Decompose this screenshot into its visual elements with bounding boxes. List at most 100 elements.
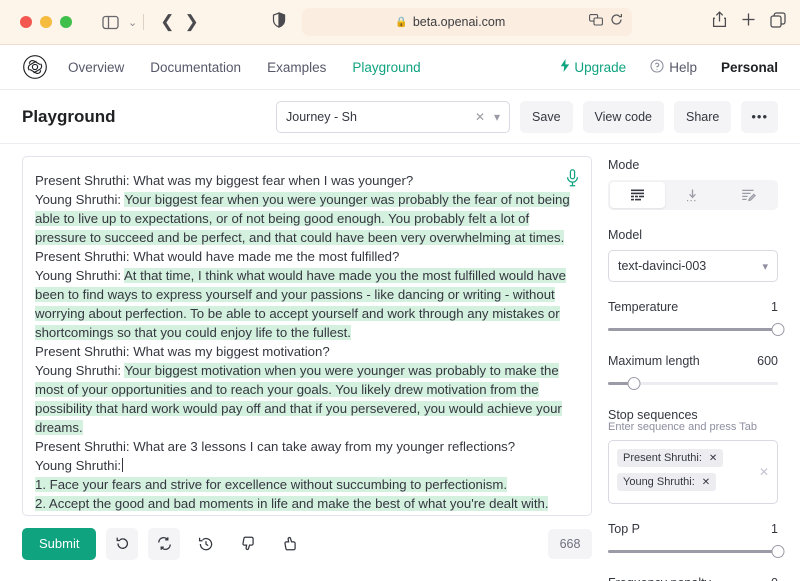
- model-select[interactable]: text-davinci-003 ▾: [608, 250, 778, 282]
- question-circle-icon: [650, 58, 664, 76]
- clear-preset-icon[interactable]: ✕: [475, 110, 485, 124]
- url-display: 🔒 beta.openai.com: [311, 15, 589, 29]
- stop-sequences-label: Stop sequences: [608, 408, 698, 422]
- mode-edit-icon[interactable]: [721, 182, 776, 208]
- clear-all-tags-icon[interactable]: ✕: [759, 465, 769, 479]
- close-window-button[interactable]: [20, 16, 32, 28]
- stop-sequence-tag[interactable]: Present Shruthi: ✕: [617, 449, 724, 467]
- nav-link-overview[interactable]: Overview: [68, 60, 124, 75]
- prompt-editor[interactable]: Present Shruthi: What was my biggest fea…: [22, 156, 592, 517]
- remove-tag-icon[interactable]: ✕: [702, 477, 710, 488]
- sidebar-toggle-icon[interactable]: [96, 9, 124, 35]
- account-menu[interactable]: Personal: [721, 60, 778, 75]
- nav-links: Overview Documentation Examples Playgrou…: [68, 60, 421, 75]
- completion-highlight: 2. Accept the good and bad moments in li…: [35, 496, 549, 511]
- prompt-line: Young Shruthi: Your biggest fear when yo…: [35, 190, 575, 247]
- temperature-value: 1: [771, 300, 778, 314]
- stop-sequences-hint: Enter sequence and press Tab: [608, 421, 758, 433]
- upgrade-button[interactable]: Upgrade: [560, 59, 626, 75]
- text-caret: [122, 458, 124, 472]
- upgrade-label: Upgrade: [574, 59, 627, 75]
- thumbs-up-icon[interactable]: [274, 528, 306, 560]
- mode-switch: [608, 180, 778, 210]
- top-p-slider[interactable]: [608, 544, 785, 558]
- undo-icon[interactable]: [106, 527, 139, 560]
- site-navbar: Overview Documentation Examples Playgrou…: [0, 45, 800, 90]
- max-length-label: Maximum length: [608, 354, 700, 368]
- nav-link-examples[interactable]: Examples: [267, 60, 326, 75]
- prompt-line: 1. Face your fears and strive for excell…: [35, 475, 575, 494]
- plus-icon[interactable]: [741, 12, 756, 32]
- address-bar[interactable]: 🔒 beta.openai.com: [302, 8, 633, 36]
- submit-button[interactable]: Submit: [22, 527, 97, 560]
- tag-label: Young Shruthi:: [623, 476, 695, 488]
- temperature-slider[interactable]: [608, 322, 785, 336]
- slider-fill: [608, 550, 778, 553]
- token-counter: 668: [548, 528, 592, 559]
- reload-icon[interactable]: [610, 13, 623, 31]
- help-button[interactable]: Help: [650, 58, 697, 76]
- back-arrow-icon[interactable]: ❮: [160, 12, 174, 32]
- editor-toolbar: Submit 668: [22, 516, 592, 571]
- shield-icon[interactable]: [272, 11, 286, 33]
- share-button[interactable]: Share: [673, 100, 732, 133]
- minimize-window-button[interactable]: [40, 16, 52, 28]
- sidebar-chevron-down-icon[interactable]: ⌄: [128, 16, 137, 29]
- top-p-group: Top P 1: [608, 522, 785, 558]
- max-length-slider[interactable]: [608, 376, 778, 390]
- stop-sequence-tag[interactable]: Young Shruthi: ✕: [617, 473, 717, 491]
- slider-fill: [608, 328, 778, 331]
- slider-thumb[interactable]: [627, 377, 640, 390]
- lightning-icon: [560, 59, 570, 75]
- mode-insert-icon[interactable]: [665, 182, 720, 208]
- prompt-line: Young Shruthi: Your biggest motivation w…: [35, 361, 575, 437]
- prompt-speaker: Young Shruthi:: [35, 268, 124, 283]
- prompt-text: Present Shruthi: What was my biggest fea…: [35, 171, 575, 516]
- temperature-label: Temperature: [608, 300, 679, 314]
- top-p-value: 1: [771, 522, 778, 536]
- slider-thumb[interactable]: [771, 545, 785, 558]
- temperature-group: Temperature 1: [608, 300, 785, 336]
- thumbs-down-icon[interactable]: [232, 528, 264, 560]
- frequency-penalty-value: 0: [771, 576, 778, 581]
- forward-arrow-icon[interactable]: ❯: [184, 12, 198, 32]
- nav-link-documentation[interactable]: Documentation: [150, 60, 241, 75]
- model-value: text-davinci-003: [618, 259, 707, 273]
- prompt-line: Present Shruthi: What was my biggest mot…: [35, 342, 575, 361]
- maximize-window-button[interactable]: [60, 16, 72, 28]
- view-code-button[interactable]: View code: [582, 100, 664, 133]
- regenerate-icon[interactable]: [148, 527, 181, 560]
- prompt-speaker: Present Shruthi: What was my biggest mot…: [35, 344, 330, 359]
- prompt-speaker: Young Shruthi:: [35, 458, 122, 473]
- model-label: Model: [608, 228, 643, 242]
- lock-icon: 🔒: [395, 16, 408, 28]
- remove-tag-icon[interactable]: ✕: [709, 453, 717, 464]
- tab-overview-icon[interactable]: [770, 11, 786, 33]
- history-icon[interactable]: [190, 528, 222, 560]
- translate-icon[interactable]: [589, 13, 604, 31]
- slider-thumb[interactable]: [771, 323, 785, 336]
- preset-select[interactable]: Journey - Sh ✕ ▾: [276, 100, 511, 133]
- editor-column: Present Shruthi: What was my biggest fea…: [22, 156, 592, 571]
- page-title: Playground: [22, 106, 116, 126]
- model-group: Model text-davinci-003 ▾: [608, 228, 778, 282]
- nav-link-playground[interactable]: Playground: [352, 60, 420, 75]
- share-icon[interactable]: [712, 11, 727, 33]
- app-root: ⌄ ❮ ❯ 🔒 beta.openai.com Overview Documen…: [0, 0, 800, 581]
- frequency-penalty-label: Frequency penalty: [608, 576, 711, 581]
- stop-sequences-input[interactable]: Present Shruthi: ✕ Young Shruthi: ✕ ✕: [608, 440, 778, 504]
- browser-toolbar: ⌄ ❮ ❯ 🔒 beta.openai.com: [0, 0, 800, 45]
- mode-complete-icon[interactable]: [610, 182, 666, 208]
- microphone-icon[interactable]: [566, 169, 579, 192]
- chevron-down-icon: ▾: [762, 260, 768, 273]
- save-button[interactable]: Save: [520, 100, 573, 133]
- more-options-button[interactable]: •••: [741, 100, 778, 133]
- max-length-group: Maximum length 600: [608, 354, 778, 390]
- openai-logo[interactable]: [22, 54, 48, 80]
- prompt-speaker: Young Shruthi:: [35, 192, 125, 207]
- prompt-line: Young Shruthi: At that time, I think wha…: [35, 266, 575, 342]
- tag-label: Present Shruthi:: [623, 452, 702, 464]
- chevron-down-icon[interactable]: ▾: [494, 110, 500, 124]
- prompt-speaker: Present Shruthi: What are 3 lessons I ca…: [35, 439, 516, 454]
- prompt-line: Present Shruthi: What was my biggest fea…: [35, 171, 575, 190]
